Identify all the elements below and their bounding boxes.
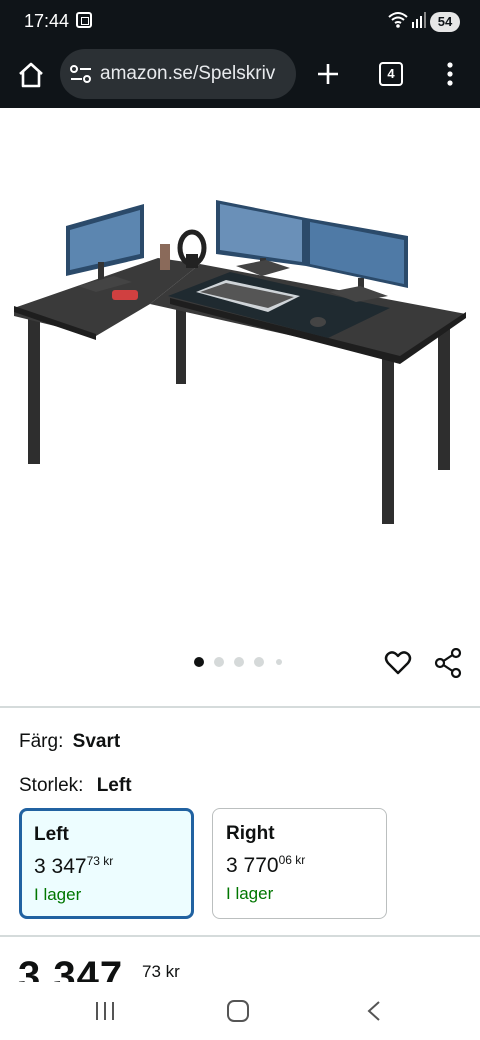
size-option-price: 3 77006 kr [226,853,306,877]
signal-icon [412,12,426,28]
home-icon[interactable] [14,58,48,92]
battery-icon: 54 [430,12,460,32]
main-price-fraction: 73 kr [142,962,180,981]
status-bar: 17:44 54 [0,0,480,44]
pagination-dot[interactable] [214,657,224,667]
color-value: Svart [72,731,121,752]
browser-toolbar: amazon.se/Spelskriv 4 [0,44,480,108]
size-row: Storlek: Left [19,775,132,797]
size-option-left[interactable]: Left 3 34773 kr I lager [19,808,194,919]
color-row: Färg: Svart [19,731,120,753]
status-time: 17:44 [24,11,70,31]
recents-icon[interactable] [94,1000,116,1022]
size-option-name: Right [226,823,275,844]
tabs-icon[interactable]: 4 [379,62,403,86]
plus-icon[interactable] [316,62,340,86]
home-nav-icon[interactable] [227,1000,249,1022]
main-price-whole: 3 347 [18,954,124,982]
color-label: Färg: [19,731,64,752]
size-option-name: Left [34,824,69,845]
size-value: Left [96,775,132,796]
wifi-icon [388,12,408,28]
pagination-dot[interactable] [194,657,204,667]
product-image[interactable] [0,108,480,708]
screenshot-icon [76,12,92,28]
back-icon[interactable] [366,1000,382,1022]
pagination-dot[interactable] [254,657,264,667]
url-text[interactable]: amazon.se/Spelskriv [100,63,275,85]
section-divider [0,706,480,708]
address-bar[interactable]: amazon.se/Spelskriv [60,49,296,99]
heart-icon[interactable] [384,649,412,677]
system-nav-bar [0,982,480,1040]
size-option-stock: I lager [34,885,82,904]
size-option-price: 3 34773 kr [34,854,114,878]
more-vertical-icon[interactable] [440,60,460,88]
section-divider [0,935,480,937]
size-label: Storlek: [19,775,84,796]
pagination-dot[interactable] [234,657,244,667]
pagination-dot[interactable] [276,659,282,665]
size-option-right[interactable]: Right 3 77006 kr I lager [212,808,387,919]
share-icon[interactable] [434,648,462,678]
site-settings-icon[interactable] [70,65,92,83]
size-option-stock: I lager [226,884,274,903]
desk-illustration [14,200,466,524]
